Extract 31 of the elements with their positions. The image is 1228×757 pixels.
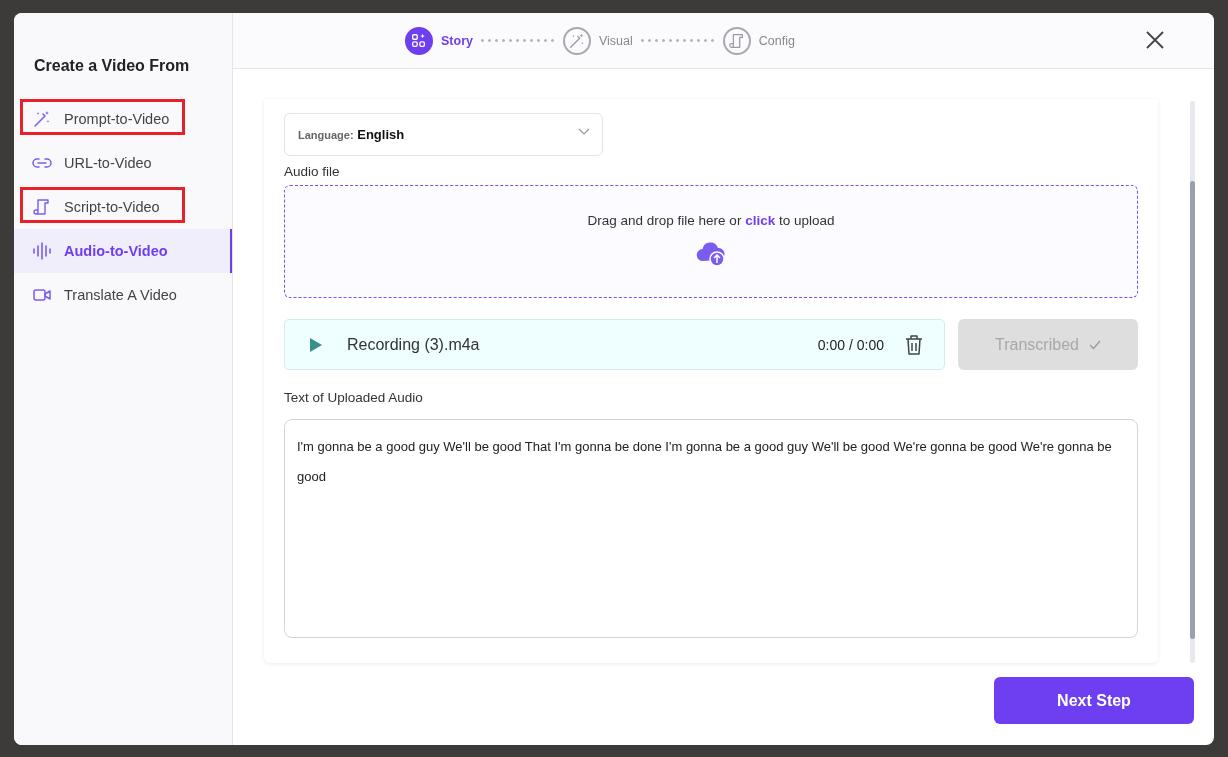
scroll-icon (727, 31, 746, 50)
play-button[interactable] (309, 336, 323, 353)
step-tab[interactable]: Config (722, 26, 795, 55)
trash-icon[interactable] (904, 333, 924, 356)
grid-sparkle-icon (410, 31, 428, 50)
sidebar-title: Create a Video From (33, 57, 191, 75)
step-tab[interactable]: Visual (562, 26, 633, 55)
playback-time: 0:00 / 0:00 (817, 336, 884, 353)
sidebar-item[interactable]: Script-to-Video (14, 185, 232, 229)
scrollbar[interactable] (1190, 101, 1195, 663)
upload-instruction: Drag and drop file here or click to upload (587, 213, 835, 228)
next-step-button[interactable]: Next Step (994, 677, 1194, 724)
language-dropdown[interactable]: Language: English (284, 113, 603, 156)
close-button[interactable] (1146, 31, 1164, 49)
field-label: Audio file (284, 164, 341, 179)
transcript-textarea[interactable]: I'm gonna be a good guy We'll be good That I'm gonna be done I'm gonna be a good guy We'll be good We're gonna be good We're gonna be good (284, 419, 1138, 638)
magic-wand-icon (567, 31, 586, 50)
sidebar-item[interactable]: Prompt-to-Video (14, 97, 232, 141)
sidebar-item[interactable]: Translate A Video (14, 273, 232, 317)
cloud-upload-icon (696, 242, 726, 268)
sidebar-item[interactable]: URL-to-Video (14, 141, 232, 185)
upload-dropzone[interactable]: Drag and drop file here or click to upload (284, 185, 1138, 298)
step-tab[interactable]: Story (405, 26, 473, 55)
file-name: Recording (3).m4a (347, 335, 481, 354)
field-label: Text of Uploaded Audio (284, 390, 424, 405)
chevron-down-icon (578, 127, 590, 136)
magic-wand-icon (32, 109, 52, 129)
sound-wave-icon (32, 241, 52, 261)
checkmark-icon (1088, 339, 1101, 350)
sidebar-item[interactable]: Audio-to-Video (14, 229, 232, 273)
scroll-icon (32, 197, 52, 217)
